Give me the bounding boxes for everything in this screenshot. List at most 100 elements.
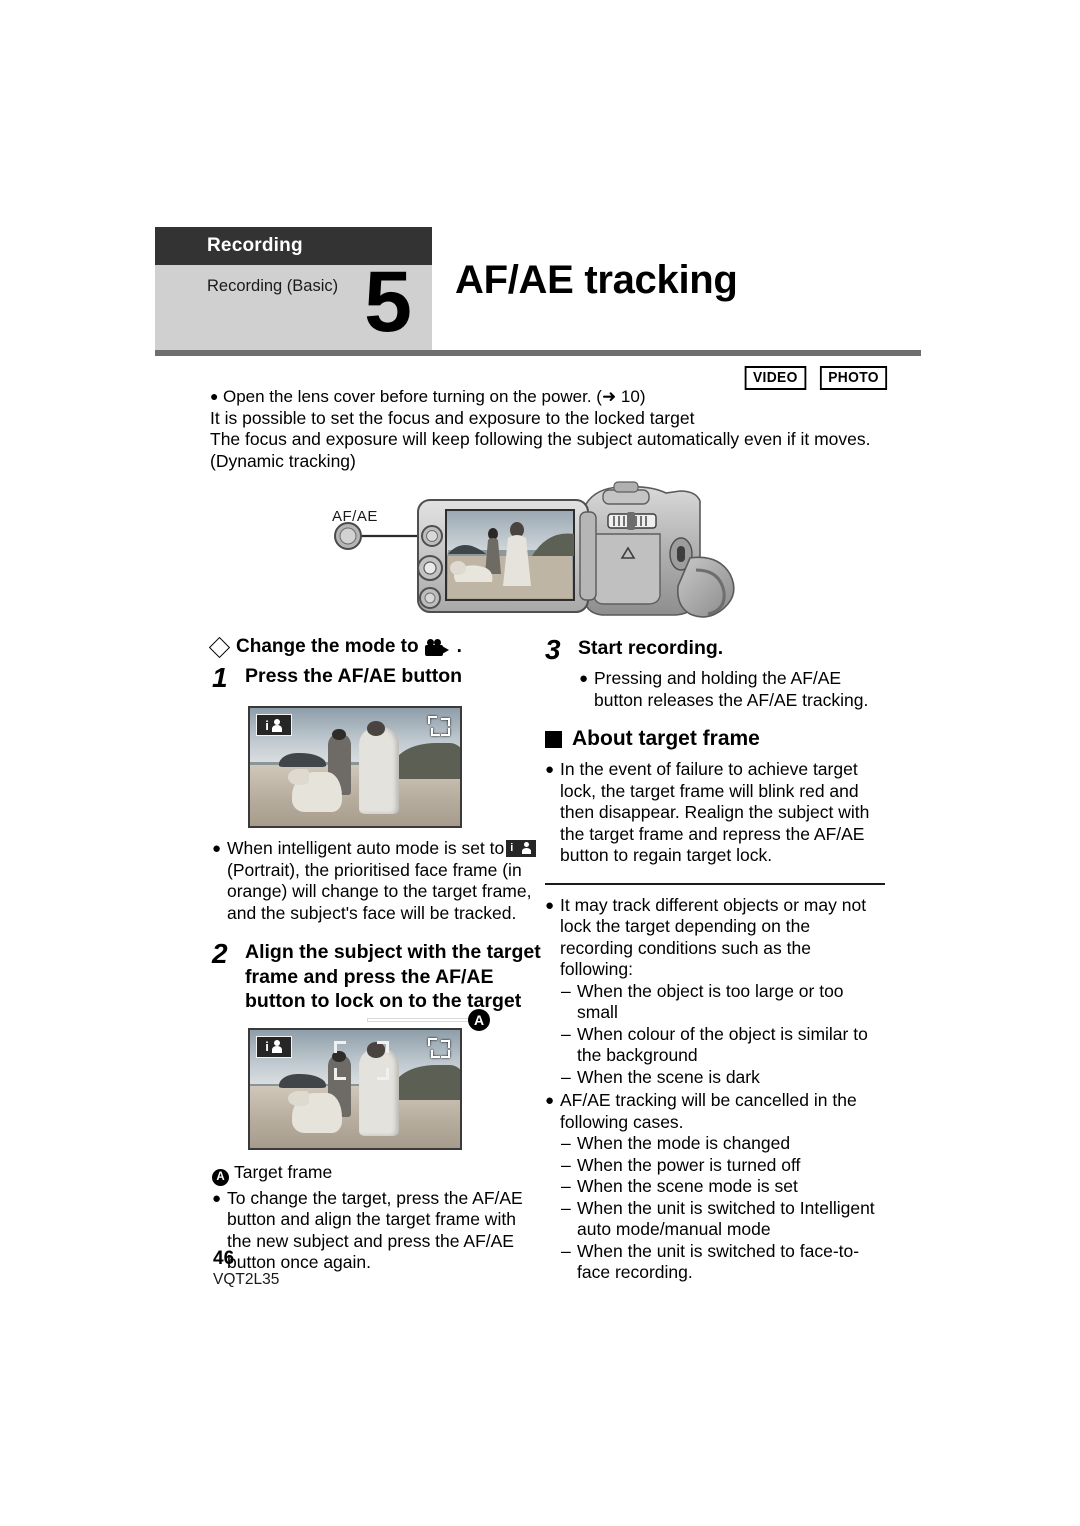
note1-text-before: When intelligent auto mode is set to <box>227 838 505 858</box>
change-mode-suffix: . <box>456 636 462 657</box>
note-tracking-conditions: ● It may track different objects or may … <box>545 895 885 981</box>
afae-target-icon <box>428 1037 450 1058</box>
cancel-case-text: When the unit is switched to face-to- <box>577 1240 860 1261</box>
intelligent-auto-portrait-icon: i <box>256 714 292 736</box>
callout-a-badge: A <box>212 1168 229 1186</box>
step-1: 1 Press the AF/AE button <box>212 664 542 692</box>
callout-a-marker: A <box>468 1009 490 1031</box>
dash-mark: – <box>561 1023 571 1044</box>
cancel-case-text: When the mode is changed <box>577 1133 791 1153</box>
intro-line-2: It is possible to set the focus and expo… <box>210 407 695 428</box>
step-3-number: 3 <box>545 634 561 665</box>
diamond-bullet-icon <box>208 636 231 658</box>
cancel-case-item: – When the mode is changed <box>545 1133 885 1155</box>
camcorder-mode-icon <box>424 638 451 656</box>
portrait-silhouette-icon <box>271 718 283 732</box>
page-title: AF/AE tracking <box>455 258 738 302</box>
callout-a-caption-body: A Target frame <box>212 1162 542 1186</box>
dash-mark: – <box>561 1154 571 1175</box>
screen-preview-1: i <box>248 706 462 828</box>
page-header-block: Recording Recording (Basic) 5 <box>155 227 432 354</box>
subhead-label: About target frame <box>572 727 760 750</box>
bullet-dot: ● <box>579 670 589 687</box>
camcorder-svg <box>334 481 735 618</box>
note-cancel-cases: ● AF/AE tracking will be cancelled in th… <box>545 1090 885 1133</box>
dash-mark: – <box>561 1066 571 1087</box>
bullet-dot: ● <box>210 388 219 404</box>
intelligent-auto-portrait-icon: i <box>256 1035 292 1058</box>
screen2-rock-left <box>279 1074 326 1089</box>
afae-target-icon <box>428 716 450 736</box>
screen-preview-2: i <box>248 1027 462 1150</box>
condition-item: – When the scene is dark <box>545 1067 885 1089</box>
document-code: VQT2L35 <box>213 1271 280 1288</box>
condition-item-text: When the scene is dark <box>577 1066 760 1087</box>
callout-a-caption-text: Target frame <box>234 1161 333 1182</box>
condition-item-continuation: the background <box>577 1045 698 1065</box>
bullet-dot: ● <box>545 1092 555 1109</box>
note-target-lock-failure-body: In the event of failure to achieve targe… <box>560 759 870 865</box>
screen1-figure-girl <box>359 726 400 815</box>
intro-bullet-text: Open the lens cover before turning on th… <box>223 387 646 406</box>
change-mode-line: Change the mode to . <box>208 636 542 658</box>
step-3-text: Start recording. <box>578 637 724 659</box>
note1-text-after: (Portrait), the prioritised face frame (… <box>227 859 532 923</box>
portrait-silhouette-icon <box>271 1040 283 1053</box>
condition-item: – When colour of the object is similar t… <box>545 1024 885 1046</box>
inline-intelligent-auto-icon: i <box>506 840 537 857</box>
left-column: Change the mode to . 1 Press the AF/AE b… <box>208 636 542 1274</box>
step-2-text: Align the subject with the target frame … <box>245 941 541 1012</box>
step-2: 2 Align the subject with the target fram… <box>212 940 542 1014</box>
intro-text: ● Open the lens cover before turning on t… <box>210 386 910 472</box>
intro-line-4: (Dynamic tracking) <box>210 450 356 471</box>
intro-bullet-line: ● Open the lens cover before turning on t… <box>210 386 910 408</box>
note-release-tracking-body: Pressing and holding the AF/AE button re… <box>594 668 869 710</box>
target-frame-overlay <box>334 1041 389 1081</box>
bullet-dot: ● <box>545 761 555 778</box>
note-release-tracking: ● Pressing and holding the AF/AE button … <box>545 668 885 711</box>
dash-mark: – <box>561 1133 571 1153</box>
cancel-case-continuation: face recording. <box>577 1262 693 1282</box>
step-3: 3 Start recording. <box>545 636 885 664</box>
condition-item: – When the object is too large or too sm… <box>545 981 885 1024</box>
afae-button-callout-label: AF/AE <box>332 508 378 525</box>
page-footer: 46 VQT2L35 <box>213 1248 279 1290</box>
square-bullet-icon <box>545 730 562 748</box>
screen1-figure-dog-head <box>287 769 309 785</box>
manual-page: Recording Recording (Basic) 5 AF/AE trac… <box>0 0 1080 1526</box>
note-intelligent-auto-body: When intelligent auto mode is set to i (P… <box>227 838 542 924</box>
note-intelligent-auto: ● When intelligent auto mode is set to i … <box>212 838 542 924</box>
change-mode-label: Change the mode to <box>236 636 419 657</box>
condition-item-text: When the object is too large or too smal… <box>577 980 844 1023</box>
intro-line-3: The focus and exposure will keep followi… <box>210 429 871 449</box>
condition-item-text: When colour of the object is similar to <box>577 1023 868 1044</box>
dash-mark: – <box>561 1240 571 1261</box>
cancel-case-text: When the power is turned off <box>577 1154 801 1175</box>
bullet-dot: ● <box>212 840 222 857</box>
step-1-text: Press the AF/AE button <box>245 665 463 687</box>
screen1-figure-woman-head <box>331 729 346 741</box>
step-2-number: 2 <box>212 938 228 969</box>
dash-mark: – <box>561 980 571 1001</box>
callout-a-caption: A Target frame <box>212 1162 542 1186</box>
step-1-number: 1 <box>212 662 228 693</box>
chapter-label: Recording <box>207 235 303 256</box>
callout-a-leader-line <box>368 1019 468 1021</box>
section-block: Recording (Basic) 5 <box>155 259 432 354</box>
dash-mark: – <box>561 1176 571 1196</box>
subhead-about-target-frame: About target frame <box>545 727 885 751</box>
i-letter-glyph: i <box>265 1039 269 1054</box>
page-number: 46 <box>213 1248 235 1269</box>
cancel-case-continuation: auto mode/manual mode <box>577 1219 771 1239</box>
cancel-case-text: When the unit is switched to Intelligent <box>577 1197 875 1218</box>
note-target-lock-failure: ● In the event of failure to achieve tar… <box>545 759 885 867</box>
section-divider <box>545 882 885 885</box>
i-letter-glyph: i <box>265 717 269 733</box>
dash-mark: – <box>561 1197 571 1218</box>
section-number: 5 <box>364 254 412 350</box>
screen2-figure-dog-head <box>287 1090 309 1107</box>
section-label: Recording (Basic) <box>207 277 339 295</box>
header-rule <box>155 350 921 356</box>
cancel-case-item: – When the scene mode is set <box>545 1176 885 1198</box>
cancel-case-item: – When the power is turned off <box>545 1155 885 1177</box>
